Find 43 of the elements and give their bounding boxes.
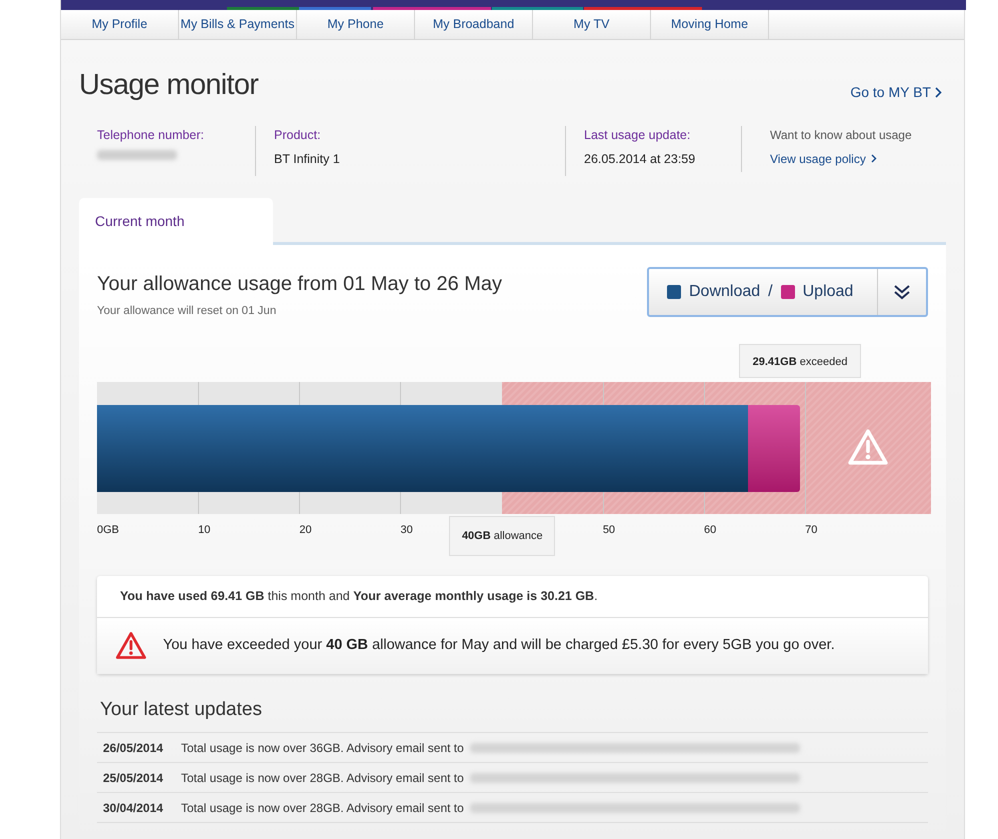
product-label: Product: xyxy=(274,126,322,144)
nav-tab[interactable]: My Broadband xyxy=(415,10,533,39)
go-to-my-bt-link[interactable]: Go to MY BT xyxy=(850,82,942,104)
telephone-label: Telephone number: xyxy=(97,126,206,144)
usage-title: Your allowance usage from 01 May to 26 May xyxy=(97,272,502,296)
month-tab[interactable]: Current month xyxy=(79,198,273,244)
nav-tab[interactable]: My Profile xyxy=(61,10,179,39)
warning-icon xyxy=(847,428,889,466)
axis-tick-label: 10 xyxy=(198,522,210,538)
upload-swatch-icon xyxy=(780,284,795,298)
page-title: Usage monitor xyxy=(79,68,258,103)
update-date: 25/05/2014 xyxy=(103,770,164,787)
allowance-label: 40GB allowance xyxy=(462,529,543,544)
last-update-label: Last usage update: xyxy=(584,126,692,144)
axis-tick-label: 0GB xyxy=(97,522,120,538)
nav-tab[interactable]: Moving Home xyxy=(651,10,769,39)
reset-note: Your allowance will reset on 01 Jun xyxy=(97,304,278,318)
usage-policy-link[interactable]: View usage policy xyxy=(770,150,912,168)
update-date: 26/05/2014 xyxy=(103,740,164,757)
update-text: Total usage is now over 28GB. Advisory email sent to xyxy=(181,770,464,787)
updates-title: Your latest updates xyxy=(100,698,263,722)
usage-summary-text: You have used 69.41 GB this month and Your average monthly usage is 30.21 GB. xyxy=(120,588,598,605)
axis-tick-label: 20 xyxy=(299,522,312,538)
download-swatch-icon xyxy=(667,284,681,298)
double-chevron-icon xyxy=(893,284,911,300)
nav-tab[interactable]: My TV xyxy=(533,10,651,39)
exceeded-label: 29.41GB exceeded xyxy=(752,354,848,370)
product-value: BT Infinity 1 xyxy=(274,151,341,168)
update-text: Total usage is now over 36GB. Advisory email sent to xyxy=(181,740,464,757)
warning-icon xyxy=(115,631,147,660)
axis-tick-label: 70 xyxy=(805,522,818,538)
axis-tick-label: 60 xyxy=(704,522,716,538)
update-text: Total usage is now over 28GB. Advisory email sent to xyxy=(181,800,464,817)
last-update-value: 26.05.2014 at 23:59 xyxy=(584,151,696,168)
axis-tick-label: 50 xyxy=(602,522,616,538)
overage-warning-text: You have exceeded your 40 GB allowance for May and will be charged £5.30 for every 5GB you go over. xyxy=(163,636,835,655)
chevron-right-icon xyxy=(870,154,877,163)
update-date: 30/04/2014 xyxy=(103,800,164,817)
axis-tick-label: 30 xyxy=(400,522,413,538)
nav-tab[interactable]: My Bills & Payments xyxy=(179,10,297,39)
usage-policy-text: Want to know about usage xyxy=(770,126,912,144)
nav-tab[interactable]: My Phone xyxy=(297,10,415,39)
chevron-right-icon xyxy=(935,87,942,98)
